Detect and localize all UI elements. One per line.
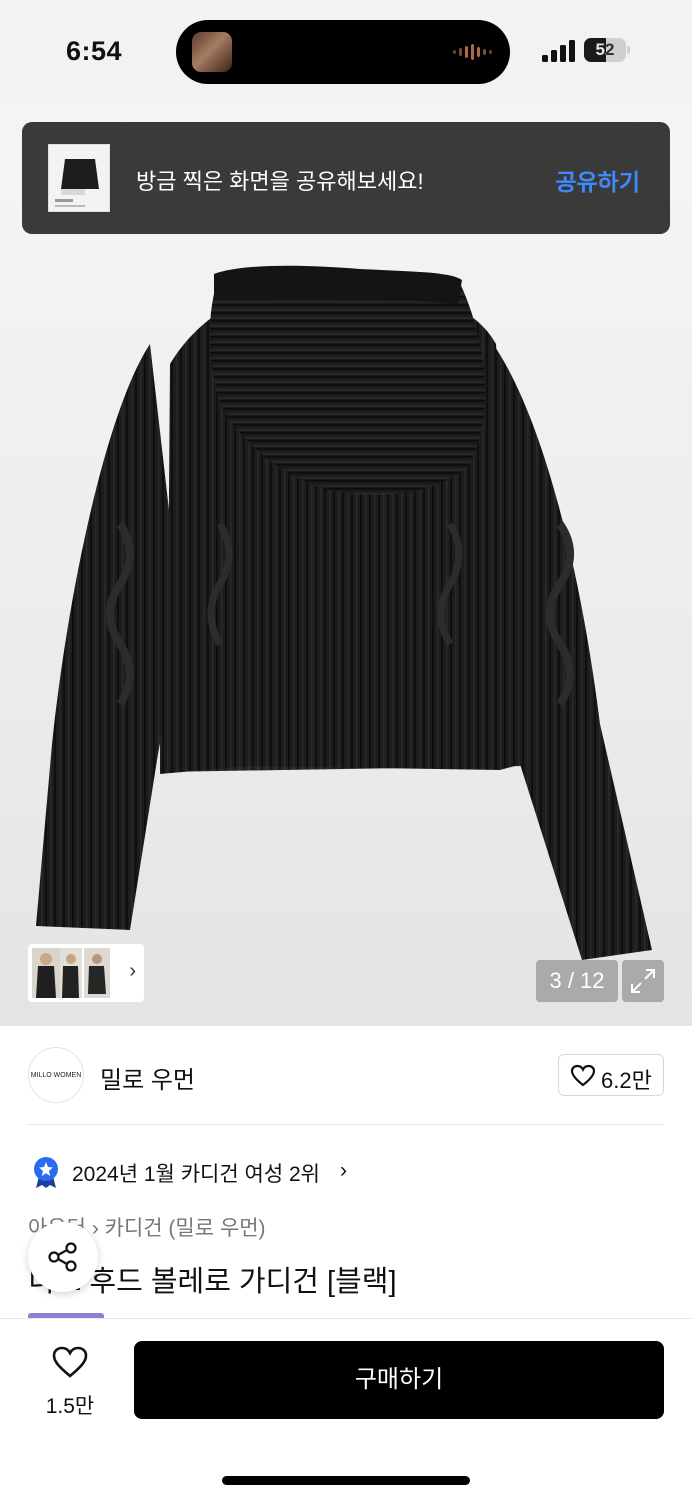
wishlist-button[interactable]: 1.5만 xyxy=(36,1346,104,1418)
brand-like-count: 6.2만 xyxy=(601,1068,652,1093)
gallery-thumbnail-strip[interactable]: › xyxy=(28,944,144,1002)
expand-icon xyxy=(631,969,655,993)
share-floating-button[interactable] xyxy=(28,1222,98,1292)
heart-icon xyxy=(52,1346,88,1378)
share-button[interactable]: 공유하기 xyxy=(555,163,640,197)
home-indicator[interactable] xyxy=(222,1476,470,1485)
divider xyxy=(28,1124,664,1125)
chevron-right-icon: › xyxy=(340,1159,347,1182)
expand-image-button[interactable] xyxy=(622,960,664,1002)
chevron-right-icon: › xyxy=(91,1217,105,1240)
brand-name[interactable]: 밀로 우먼 xyxy=(100,1060,195,1095)
brand-logo[interactable]: MILLO WOMEN xyxy=(28,1047,84,1103)
breadcrumb-subcategory[interactable]: 카디건 (밀로 우먼) xyxy=(105,1217,266,1240)
chevron-right-icon: › xyxy=(129,960,136,982)
wishlist-count: 1.5만 xyxy=(45,1395,95,1418)
brand-like-button[interactable]: 6.2만 xyxy=(558,1054,664,1096)
gallery-page-counter: 3 / 12 xyxy=(536,960,618,1002)
battery-icon: 52 xyxy=(584,38,630,62)
product-photo xyxy=(36,265,652,960)
ranking-link[interactable]: 2024년 1월 카디건 여성 2위 xyxy=(72,1158,320,1188)
gallery-thumb xyxy=(84,948,110,998)
ranking-badge-icon xyxy=(34,1157,58,1188)
cellular-signal-icon xyxy=(542,40,575,62)
battery-level: 52 xyxy=(595,40,615,59)
share-icon xyxy=(48,1242,77,1272)
toast-message: 방금 찍은 화면을 공유해보세요! xyxy=(136,169,424,194)
status-time: 6:54 xyxy=(66,36,123,66)
now-playing-artwork xyxy=(192,32,232,72)
buy-button[interactable]: 구매하기 xyxy=(134,1341,664,1419)
screenshot-share-toast: 방금 찍은 화면을 공유해보세요! 공유하기 xyxy=(22,122,670,234)
gallery-thumb xyxy=(32,948,60,998)
screenshot-thumbnail[interactable] xyxy=(48,144,110,212)
dynamic-island[interactable] xyxy=(176,20,510,84)
product-image-gallery[interactable] xyxy=(0,104,692,1026)
heart-icon xyxy=(570,1064,596,1087)
status-bar: 6:54 52 xyxy=(0,0,692,104)
audio-waveform-icon xyxy=(453,44,492,60)
gallery-thumb xyxy=(60,948,82,998)
